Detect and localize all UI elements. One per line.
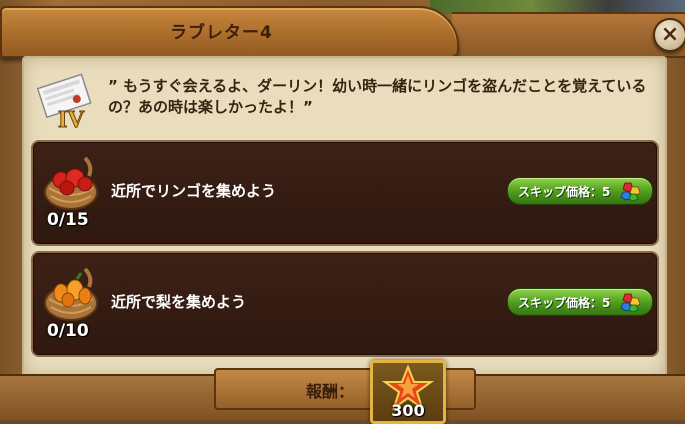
reward-amount: 300 — [391, 401, 425, 420]
love-letter-icon: IV — [36, 73, 92, 132]
task-progress: 0/15 — [47, 210, 89, 230]
task-row: 0/10 近所で梨を集めよう スキップ価格：5 — [31, 251, 659, 357]
header-plank-right — [452, 12, 685, 58]
close-button[interactable]: × — [653, 18, 685, 52]
task-progress: 0/10 — [47, 321, 89, 341]
reward-label: 報酬： — [306, 382, 355, 401]
reward-item: 300 — [370, 360, 446, 424]
skip-button-label: スキップ価格：5 — [518, 296, 611, 310]
apple-basket-icon — [44, 156, 98, 210]
skip-button-label: スキップ価格：5 — [518, 185, 611, 199]
skip-button[interactable]: スキップ価格：5 — [507, 288, 653, 316]
dialog-title: ラブレター4 — [170, 23, 273, 43]
pear-basket-icon — [44, 267, 98, 321]
task-label: 近所でリンゴを集めよう — [111, 182, 277, 200]
gem-icon — [620, 293, 641, 312]
story-text: ” もうすぐ会えるよ、ダーリン！幼い時一緒にリンゴを盗んだことを覚えているの？あ… — [108, 77, 647, 116]
task-row: 0/15 近所でリンゴを集めよう スキップ価格：5 — [31, 140, 659, 246]
skip-button[interactable]: スキップ価格：5 — [507, 177, 653, 205]
chapter-numeral: IV — [58, 107, 85, 132]
gem-icon — [620, 182, 641, 201]
task-label: 近所で梨を集めよう — [111, 293, 247, 311]
